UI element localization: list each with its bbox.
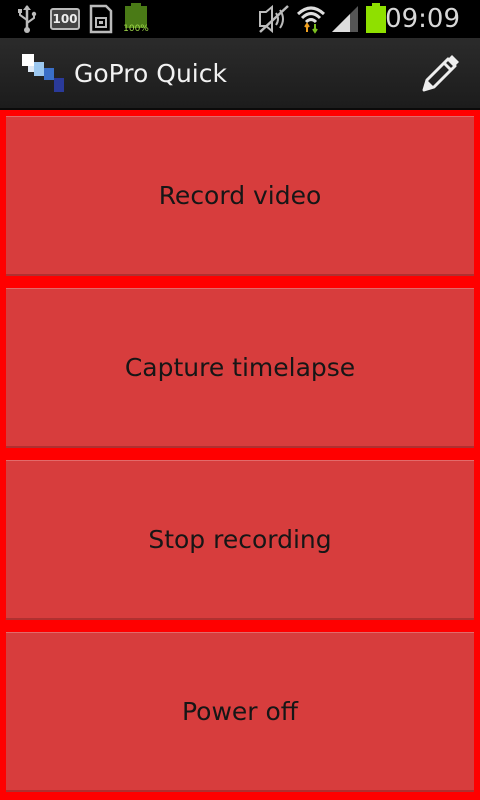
clock: 09:09	[385, 4, 460, 34]
signal-icon	[332, 6, 358, 32]
button-list: Record video Capture timelapse Stop reco…	[0, 110, 480, 800]
sd-card-icon	[89, 4, 113, 34]
usb-icon	[18, 5, 37, 33]
wifi-icon	[296, 6, 326, 34]
notification-badge-count: 100	[52, 12, 78, 26]
power-off-button[interactable]: Power off	[6, 632, 474, 792]
capture-timelapse-button[interactable]: Capture timelapse	[6, 288, 474, 448]
mute-icon	[259, 4, 289, 34]
capture-timelapse-label: Capture timelapse	[124, 353, 356, 382]
record-video-button[interactable]: Record video	[6, 116, 474, 276]
app-title: GoPro Quick	[74, 59, 227, 88]
battery-small-label: 100%	[123, 24, 149, 34]
app-logo-icon[interactable]	[18, 52, 66, 96]
action-bar: GoPro Quick	[0, 38, 480, 110]
battery-full-small-icon: 100%	[122, 3, 150, 35]
pencil-icon[interactable]	[418, 52, 462, 96]
stop-recording-button[interactable]: Stop recording	[6, 460, 474, 620]
record-video-label: Record video	[158, 181, 322, 210]
battery-icon	[366, 3, 386, 33]
stop-recording-label: Stop recording	[148, 525, 332, 554]
power-off-label: Power off	[181, 697, 299, 726]
notification-badge-icon: 100	[50, 8, 80, 30]
status-bar: 100 100% 09:09	[0, 0, 480, 38]
